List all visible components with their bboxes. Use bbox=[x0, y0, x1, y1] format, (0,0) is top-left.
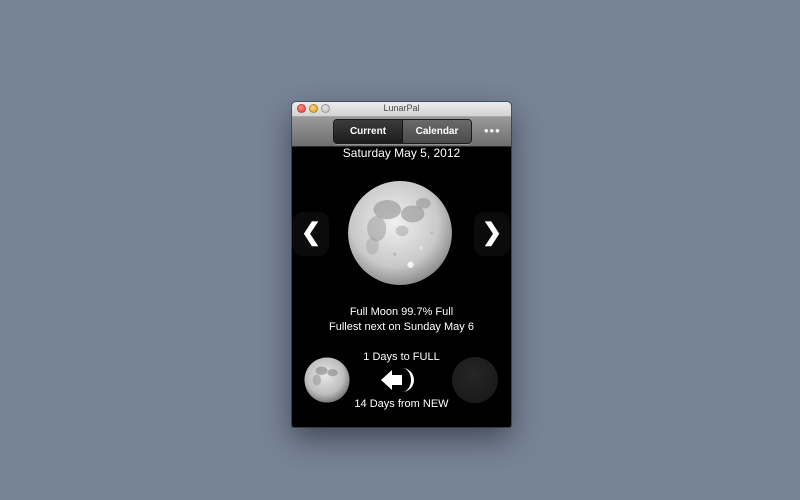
fullest-next-text: Fullest next on Sunday May 6 bbox=[329, 321, 474, 333]
back-to-crescent-icon[interactable] bbox=[380, 364, 420, 396]
tab-current[interactable]: Current bbox=[334, 120, 403, 143]
phase-description: Full Moon 99.7% Full bbox=[349, 306, 454, 318]
view-segmented-control: Current Calendar bbox=[333, 119, 472, 144]
new-moon-thumbnail[interactable] bbox=[452, 357, 498, 403]
toolbar: Current Calendar ••• bbox=[292, 117, 511, 147]
more-options-icon[interactable]: ••• bbox=[484, 123, 501, 138]
next-day-button[interactable]: ❯ bbox=[474, 212, 510, 256]
previous-day-button[interactable]: ❮ bbox=[293, 212, 329, 256]
current-date: Saturday May 5, 2012 bbox=[342, 146, 461, 160]
full-moon-thumbnail[interactable] bbox=[304, 357, 350, 403]
full-moon-image bbox=[348, 181, 452, 285]
tab-calendar[interactable]: Calendar bbox=[403, 120, 471, 143]
title-bar[interactable]: LunarPal bbox=[292, 102, 511, 117]
lunarpal-window: LunarPal Current Calendar ••• Saturday M… bbox=[292, 102, 511, 427]
days-from-new-text: 14 Days from NEW bbox=[354, 398, 449, 410]
window-title: LunarPal bbox=[383, 103, 420, 113]
